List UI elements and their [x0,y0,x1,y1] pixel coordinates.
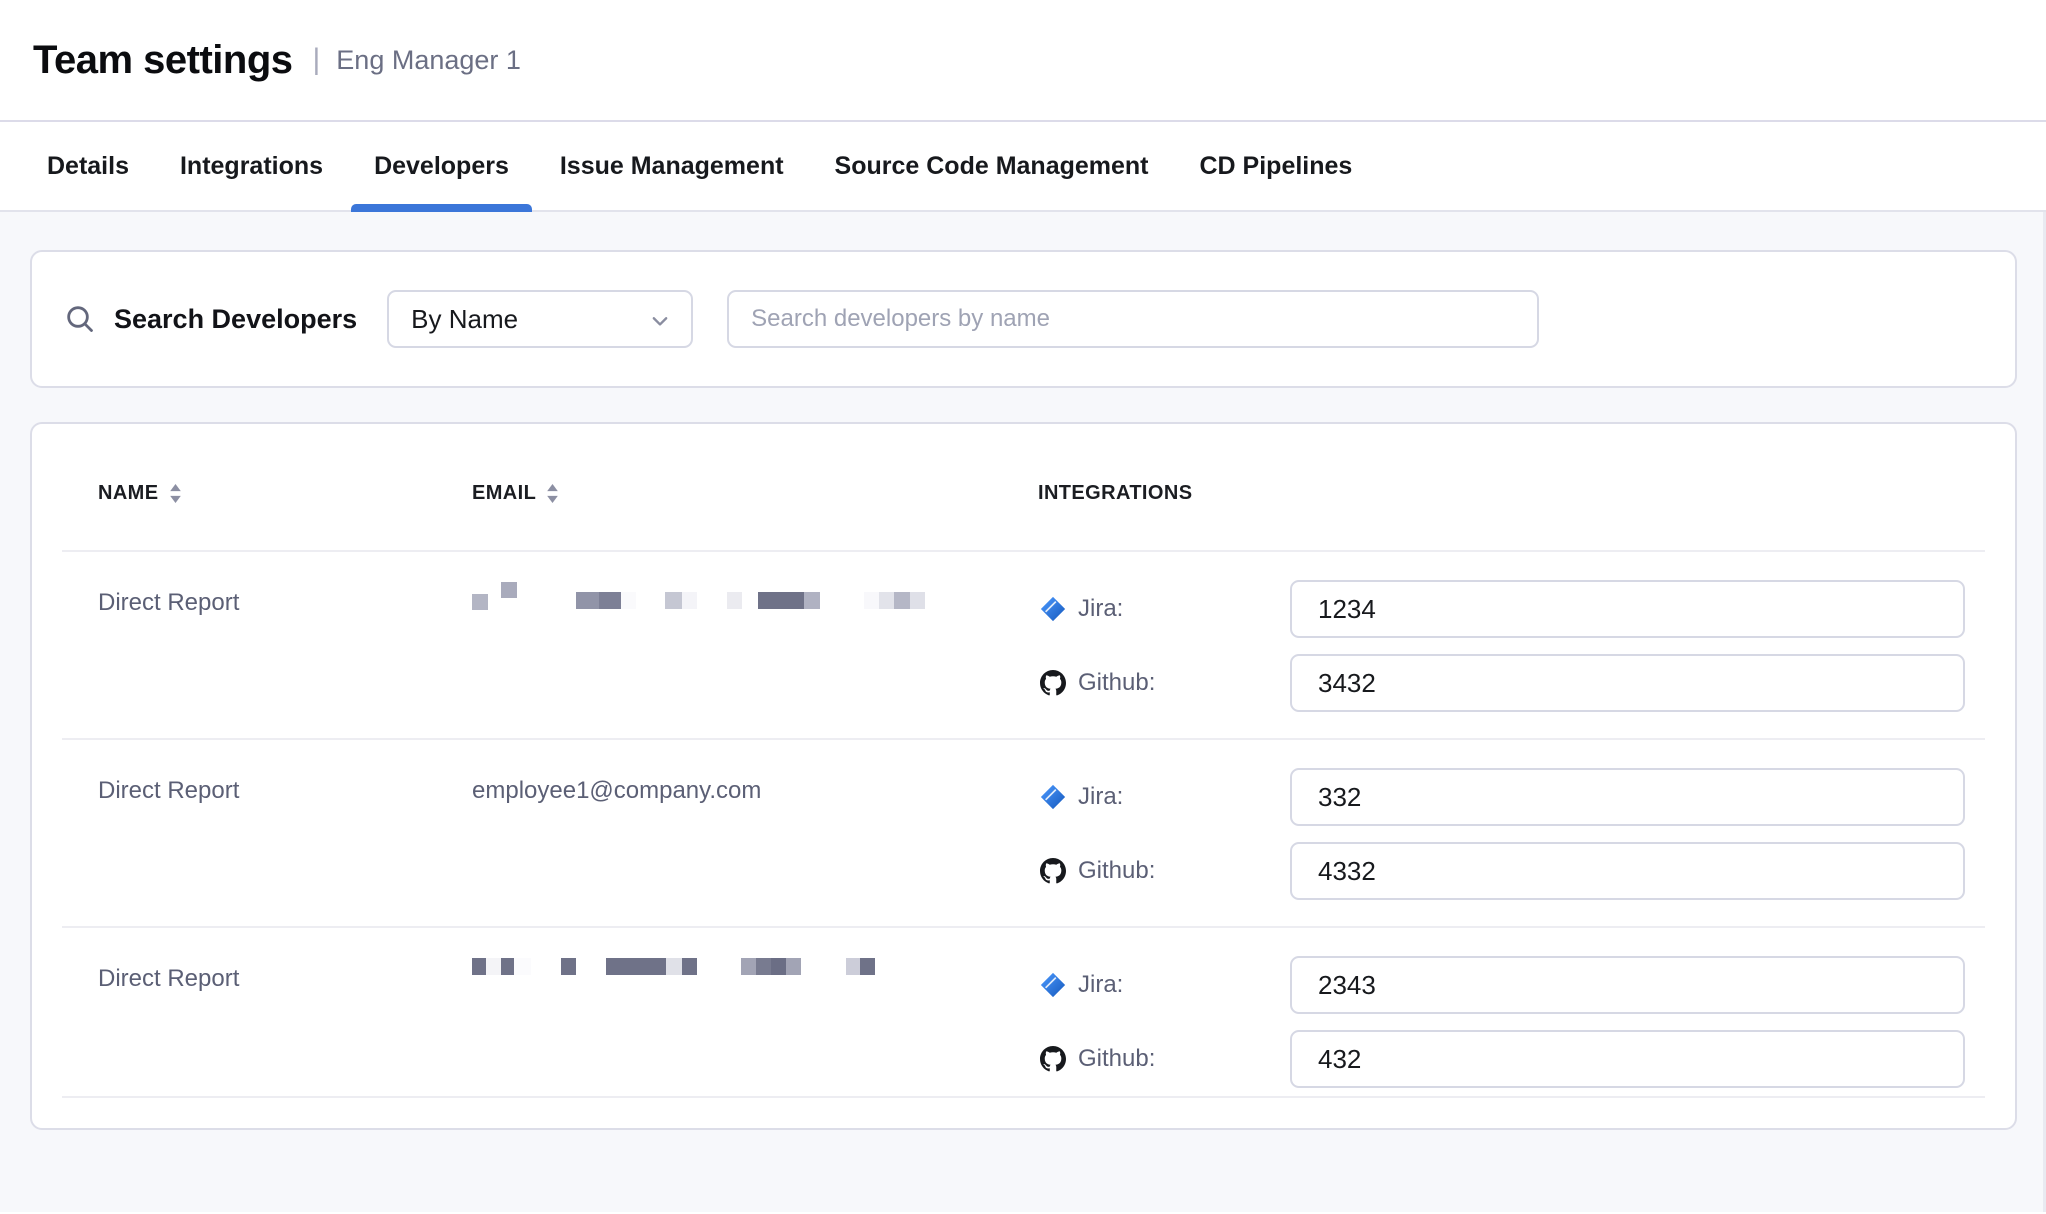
search-input[interactable] [727,290,1539,348]
column-header-name: NAME [98,482,472,505]
column-header-email: EMAIL [472,482,1038,505]
github-label: Github: [1078,1045,1290,1073]
jira-field-line: Jira: [1038,768,1965,826]
integrations-cell: Jira: Github: [1038,768,1965,900]
github-label: Github: [1078,669,1290,697]
github-icon [1040,858,1066,884]
jira-label: Jira: [1078,971,1290,999]
jira-field-line: Jira: [1038,580,1965,638]
developer-name: Direct Report [98,580,472,712]
jira-icon [1040,972,1066,998]
developer-name: Direct Report [98,956,472,1088]
github-field-line: Github: [1038,654,1965,712]
sort-name-icon[interactable] [169,484,182,503]
search-developers-label: Search Developers [114,304,357,335]
tab-source-code-management[interactable]: Source Code Management [812,122,1172,210]
column-header-integrations: INTEGRATIONS [1038,482,1965,505]
table-footer-spacer [62,1096,1985,1128]
jira-id-input[interactable] [1290,580,1965,638]
table-row: Direct Report Jira: [62,926,1985,1096]
github-icon [1040,670,1066,696]
sort-email-icon[interactable] [546,484,559,503]
team-name-subtitle: Eng Manager 1 [336,45,521,76]
jira-label: Jira: [1078,783,1290,811]
github-field-line: Github: [1038,842,1965,900]
developer-name: Direct Report [98,768,472,900]
jira-icon [1040,596,1066,622]
developer-email-redacted [472,956,1038,1088]
search-filter-select[interactable]: By Name [387,290,693,348]
tab-bar: Details Integrations Developers Issue Ma… [0,122,2046,212]
developer-email-redacted [472,580,1038,712]
github-id-input[interactable] [1290,842,1965,900]
developer-email: employee1@company.com [472,768,1038,900]
chevron-down-icon [649,308,671,330]
integrations-cell: Jira: Github: [1038,956,1965,1088]
tab-details[interactable]: Details [24,122,152,210]
github-label: Github: [1078,857,1290,885]
tab-issue-management[interactable]: Issue Management [537,122,807,210]
table-row: Direct Report employee1@company.com Jira… [62,738,1985,926]
jira-id-input[interactable] [1290,768,1965,826]
jira-icon [1040,784,1066,810]
title-bar: Team settings | Eng Manager 1 [0,0,2046,122]
table-header-row: NAME EMAIL [62,424,1985,550]
github-field-line: Github: [1038,1030,1965,1088]
tab-integrations[interactable]: Integrations [157,122,346,210]
github-id-input[interactable] [1290,654,1965,712]
integrations-cell: Jira: Github: [1038,580,1965,712]
content-area: Search Developers By Name NAME [0,212,2046,1212]
jira-id-input[interactable] [1290,956,1965,1014]
developers-table: NAME EMAIL [30,422,2017,1130]
search-developers-card: Search Developers By Name [30,250,2017,388]
jira-field-line: Jira: [1038,956,1965,1014]
tab-cd-pipelines[interactable]: CD Pipelines [1177,122,1376,210]
jira-label: Jira: [1078,595,1290,623]
title-divider: | [313,43,321,77]
table-row: Direct Report Jira: [62,550,1985,738]
github-icon [1040,1046,1066,1072]
search-icon [64,303,96,335]
search-filter-value: By Name [411,304,518,335]
page-title: Team settings [33,38,293,83]
tab-developers[interactable]: Developers [351,122,532,210]
github-id-input[interactable] [1290,1030,1965,1088]
